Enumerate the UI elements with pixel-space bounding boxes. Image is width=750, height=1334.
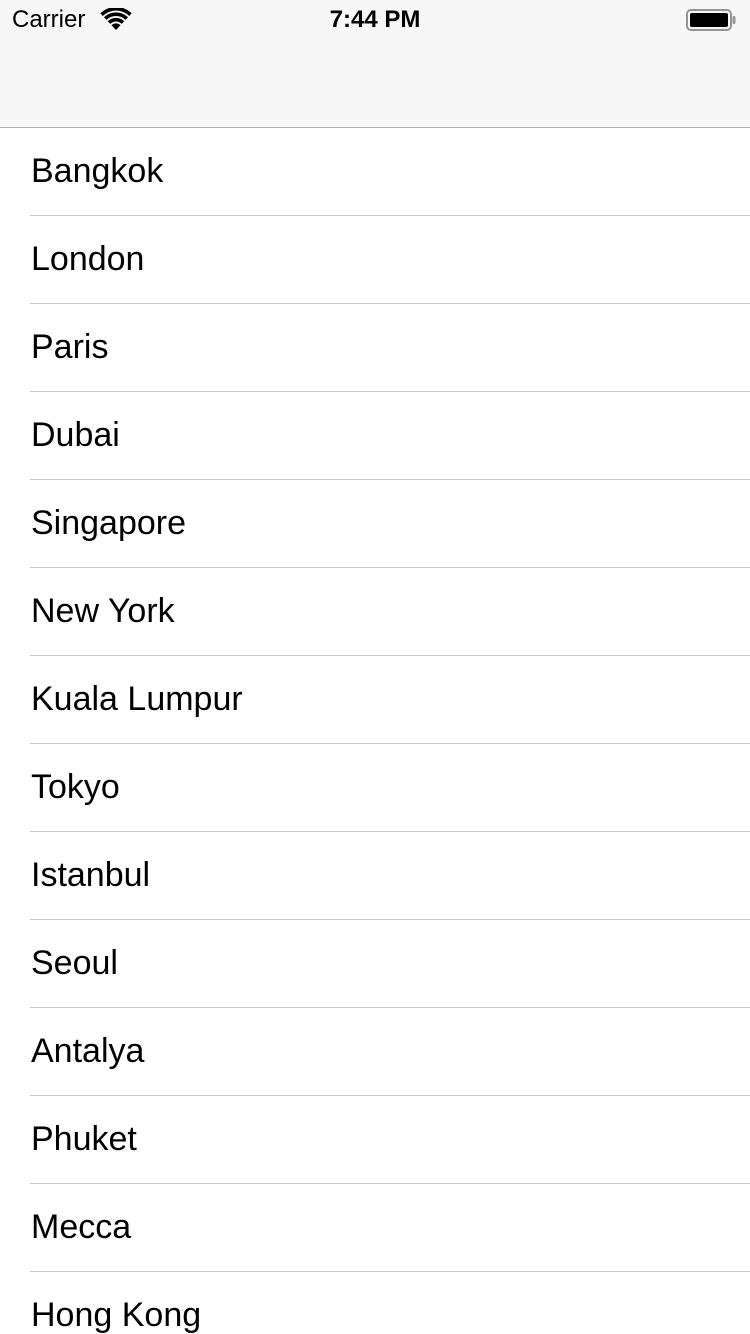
list-item-label: Istanbul [31, 856, 151, 894]
list-item[interactable]: New York [0, 568, 750, 656]
list-item[interactable]: Seoul [0, 920, 750, 1008]
list-item-label: Hong Kong [31, 1296, 202, 1334]
list-item-label: Mecca [31, 1208, 132, 1246]
list-item[interactable]: Bangkok [0, 128, 750, 216]
screen: Carrier 7:44 PM Bangkok London Paris Dub… [0, 0, 750, 1334]
list-item[interactable]: Hong Kong [0, 1272, 750, 1334]
list-item[interactable]: Istanbul [0, 832, 750, 920]
list-item-label: New York [31, 592, 175, 630]
list-item[interactable]: Tokyo [0, 744, 750, 832]
list-item-label: Antalya [31, 1032, 145, 1070]
status-time: 7:44 PM [329, 6, 421, 33]
list-item-label: Seoul [31, 944, 118, 982]
list-item-label: Tokyo [31, 768, 120, 806]
list-item-label: London [31, 240, 145, 278]
list-item-label: Bangkok [31, 152, 164, 190]
status-bar: Carrier 7:44 PM [0, 0, 750, 40]
list-item[interactable]: Antalya [0, 1008, 750, 1096]
list-item[interactable]: Dubai [0, 392, 750, 480]
list-item-label: Phuket [31, 1120, 137, 1158]
city-list: Bangkok London Paris Dubai Singapore New… [0, 128, 750, 1334]
list-item[interactable]: Mecca [0, 1184, 750, 1272]
battery-full-icon [686, 9, 736, 31]
list-item-label: Singapore [31, 504, 187, 542]
list-item[interactable]: Phuket [0, 1096, 750, 1184]
list-item[interactable]: Kuala Lumpur [0, 656, 750, 744]
list-item-label: Paris [31, 328, 109, 366]
list-item-label: Kuala Lumpur [31, 680, 243, 718]
navigation-bar: Carrier 7:44 PM [0, 0, 750, 128]
list-item[interactable]: Singapore [0, 480, 750, 568]
list-item-label: Dubai [31, 416, 120, 454]
list-item[interactable]: Paris [0, 304, 750, 392]
list-item[interactable]: London [0, 216, 750, 304]
